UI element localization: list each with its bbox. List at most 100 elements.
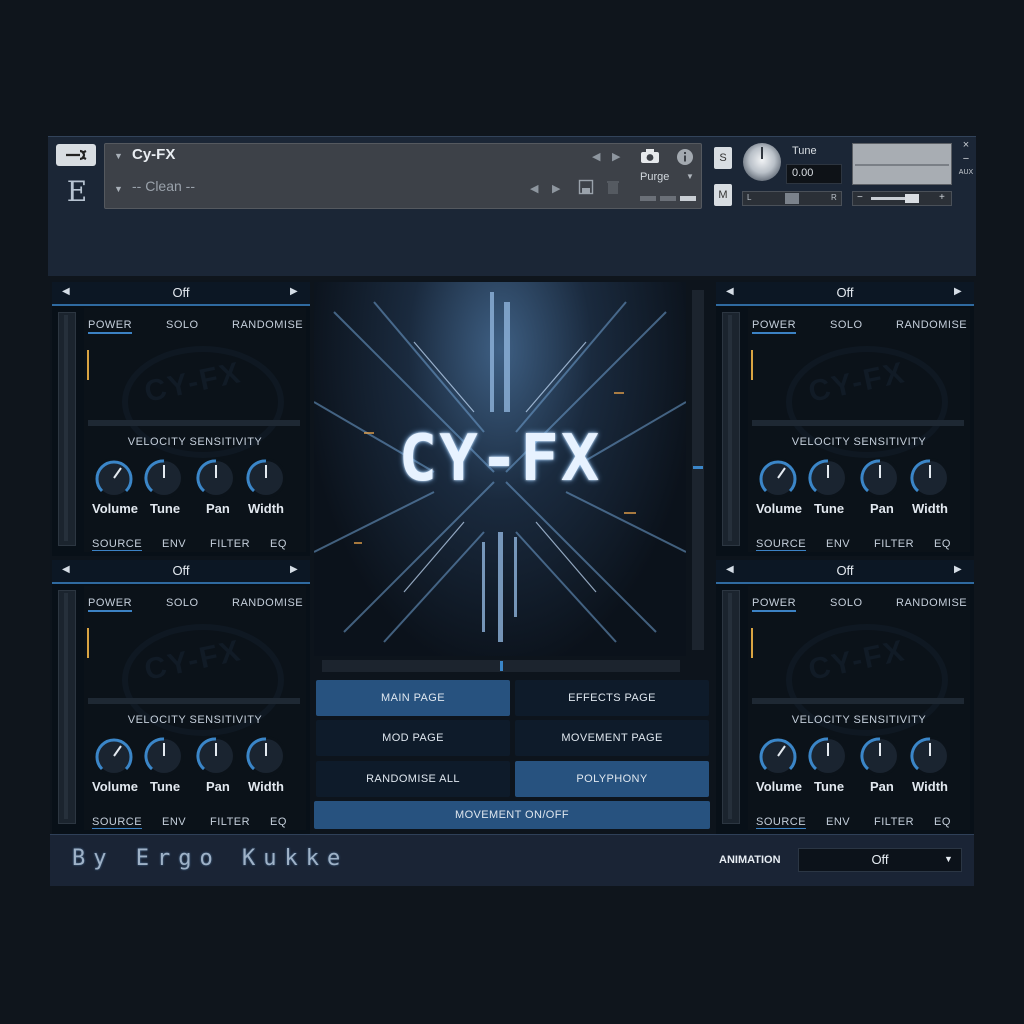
source-tab[interactable]: SOURCE: [756, 816, 807, 829]
movement-onoff-button[interactable]: MOVEMENT ON/OFF: [314, 801, 710, 829]
volume-knob[interactable]: [758, 736, 798, 776]
pan-slider-handle[interactable]: [785, 193, 799, 204]
env-tab[interactable]: ENV: [826, 538, 850, 550]
tune-label: Tune: [814, 779, 845, 794]
source-tab[interactable]: SOURCE: [756, 538, 807, 551]
instrument-menu-caret-icon[interactable]: ▼: [114, 151, 123, 161]
randomise-tab[interactable]: RANDOMISE: [896, 319, 967, 331]
env-tab[interactable]: ENV: [162, 538, 186, 550]
slot-selector[interactable]: ◀ Off ▶: [716, 560, 974, 584]
slot-selector[interactable]: ◀ Off ▶: [52, 560, 310, 584]
solo-button[interactable]: S: [714, 147, 732, 169]
slot-next-icon[interactable]: ▶: [290, 564, 298, 575]
slot-selector[interactable]: ◀ Off ▶: [52, 282, 310, 306]
pan-knob[interactable]: [196, 458, 236, 498]
slot-next-icon[interactable]: ▶: [954, 286, 962, 297]
width-knob[interactable]: [910, 458, 950, 498]
filter-tab[interactable]: FILTER: [874, 816, 914, 828]
volume-plus[interactable]: +: [939, 192, 945, 203]
instrument-title[interactable]: Cy-FX: [132, 146, 175, 163]
volume-minus[interactable]: −: [857, 192, 863, 203]
next-snapshot-icon[interactable]: ▶: [552, 182, 560, 195]
slot-next-icon[interactable]: ▶: [954, 564, 962, 575]
pan-knob[interactable]: [860, 458, 900, 498]
width-knob[interactable]: [246, 736, 286, 776]
tune-knob[interactable]: [743, 143, 781, 181]
purge-caret-icon[interactable]: ▼: [686, 172, 694, 181]
velocity-slider[interactable]: [88, 698, 300, 704]
effects-page-button[interactable]: EFFECTS PAGE: [515, 680, 709, 716]
eq-tab[interactable]: EQ: [934, 538, 951, 550]
slot-next-icon[interactable]: ▶: [290, 286, 298, 297]
volume-slider[interactable]: − +: [852, 191, 952, 206]
power-tab[interactable]: POWER: [752, 597, 797, 612]
purge-dropdown[interactable]: Purge: [640, 171, 669, 183]
close-icon[interactable]: ×: [958, 138, 974, 152]
save-snapshot-icon[interactable]: [578, 179, 594, 200]
width-label: Width: [248, 779, 284, 794]
snapshot-name[interactable]: -- Clean --: [132, 178, 195, 194]
pan-label: Pan: [870, 501, 894, 516]
randomise-tab[interactable]: RANDOMISE: [232, 597, 303, 609]
wrench-icon[interactable]: [56, 144, 96, 166]
width-knob[interactable]: [246, 458, 286, 498]
source-tab[interactable]: SOURCE: [92, 538, 143, 551]
solo-tab[interactable]: SOLO: [166, 597, 199, 609]
volume-knob[interactable]: [94, 736, 134, 776]
output-level-meter: [852, 143, 952, 185]
chevron-down-icon[interactable]: ▼: [944, 854, 953, 864]
mod-page-button[interactable]: MOD PAGE: [316, 720, 510, 756]
solo-tab[interactable]: SOLO: [830, 319, 863, 331]
solo-tab[interactable]: SOLO: [166, 319, 199, 331]
snapshot-menu-caret-icon[interactable]: ▼: [114, 184, 123, 194]
info-icon[interactable]: [676, 148, 694, 171]
randomise-all-button[interactable]: RANDOMISE ALL: [316, 761, 510, 797]
filter-tab[interactable]: FILTER: [210, 538, 250, 550]
filter-tab[interactable]: FILTER: [210, 816, 250, 828]
env-tab[interactable]: ENV: [162, 816, 186, 828]
camera-icon[interactable]: [640, 148, 660, 169]
velocity-slider[interactable]: [88, 420, 300, 426]
randomise-tab[interactable]: RANDOMISE: [232, 319, 303, 331]
solo-tab[interactable]: SOLO: [830, 597, 863, 609]
artwork-vertical-slider[interactable]: [692, 290, 704, 650]
tune-knob[interactable]: [808, 458, 848, 498]
filter-tab[interactable]: FILTER: [874, 538, 914, 550]
eq-tab[interactable]: EQ: [270, 538, 287, 550]
minimize-icon[interactable]: −: [958, 152, 974, 166]
volume-knob[interactable]: [758, 458, 798, 498]
volume-handle[interactable]: [905, 194, 919, 203]
volume-knob[interactable]: [94, 458, 134, 498]
width-knob[interactable]: [910, 736, 950, 776]
polyphony-button[interactable]: POLYPHONY: [515, 761, 709, 797]
velocity-slider[interactable]: [752, 698, 964, 704]
movement-page-button[interactable]: MOVEMENT PAGE: [515, 720, 709, 756]
power-tab[interactable]: POWER: [88, 597, 133, 612]
aux-button[interactable]: AUX: [958, 166, 974, 180]
tune-knob[interactable]: [144, 736, 184, 776]
pan-slider[interactable]: L R: [742, 191, 842, 206]
tune-knob[interactable]: [144, 458, 184, 498]
pan-knob[interactable]: [860, 736, 900, 776]
power-tab[interactable]: POWER: [752, 319, 797, 334]
power-tab[interactable]: POWER: [88, 319, 133, 334]
tune-knob[interactable]: [808, 736, 848, 776]
prev-snapshot-icon[interactable]: ◀: [530, 182, 538, 195]
main-page-button[interactable]: MAIN PAGE: [316, 680, 510, 716]
memory-meter-segment: [660, 196, 676, 201]
randomise-tab[interactable]: RANDOMISE: [896, 597, 967, 609]
mute-button[interactable]: M: [714, 184, 732, 206]
delete-snapshot-icon[interactable]: [606, 179, 620, 200]
prev-instrument-icon[interactable]: ◀: [592, 150, 600, 163]
volume-label: Volume: [92, 501, 138, 516]
pan-knob[interactable]: [196, 736, 236, 776]
velocity-slider[interactable]: [752, 420, 964, 426]
eq-tab[interactable]: EQ: [934, 816, 951, 828]
source-tab[interactable]: SOURCE: [92, 816, 143, 829]
slot-selector[interactable]: ◀ Off ▶: [716, 282, 974, 306]
next-instrument-icon[interactable]: ▶: [612, 150, 620, 163]
artwork-horizontal-slider[interactable]: [322, 660, 680, 672]
eq-tab[interactable]: EQ: [270, 816, 287, 828]
pan-left-label: L: [747, 193, 752, 202]
env-tab[interactable]: ENV: [826, 816, 850, 828]
